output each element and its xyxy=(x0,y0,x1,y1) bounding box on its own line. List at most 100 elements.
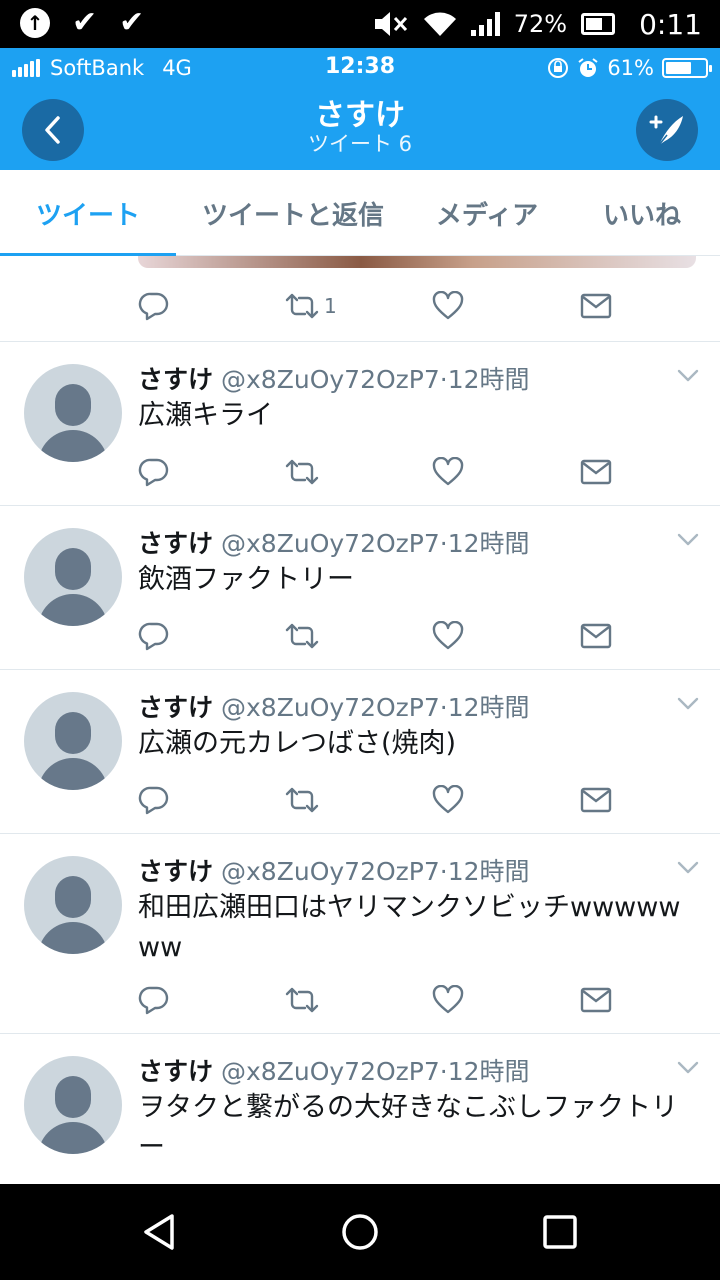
tweet-menu-button[interactable] xyxy=(676,532,700,552)
tweet-meta: さすけ @x8ZuOy72OzP7·12時間 xyxy=(138,1052,530,1088)
tweet-author-name[interactable]: さすけ xyxy=(138,857,213,886)
retweet-button[interactable] xyxy=(284,452,320,492)
tweet-timestamp: ·12時間 xyxy=(439,365,530,394)
tweet-timestamp: ·12時間 xyxy=(439,1057,530,1086)
ios-status-bar: SoftBank 4G 12:38 61% xyxy=(0,48,720,88)
chevron-down-icon xyxy=(677,861,699,874)
like-button[interactable] xyxy=(432,286,464,326)
envelope-icon xyxy=(580,623,612,649)
avatar[interactable] xyxy=(24,692,122,790)
tweet-author-handle: @x8ZuOy72OzP7 xyxy=(221,1057,440,1086)
reply-icon xyxy=(138,986,169,1015)
tweet[interactable]: さすけ @x8ZuOy72OzP7·12時間 飲酒ファクトリー xyxy=(0,506,720,670)
recents-square-icon[interactable] xyxy=(540,1212,580,1252)
avatar[interactable] xyxy=(24,1056,122,1154)
tweet-author-handle: @x8ZuOy72OzP7 xyxy=(221,857,440,886)
system-battery-percent: 72% xyxy=(513,10,568,38)
like-button[interactable] xyxy=(432,780,464,820)
check-icon: ✔ xyxy=(119,5,145,40)
avatar[interactable] xyxy=(24,856,122,954)
tweet[interactable]: さすけ @x8ZuOy72OzP7·12時間広瀬の元カレつばさ(焼肉) xyxy=(0,670,720,834)
ios-battery-percent: 61% xyxy=(607,56,654,80)
battery-icon xyxy=(581,13,616,35)
system-time: 0:11 xyxy=(639,7,702,41)
tab-media[interactable]: メディア xyxy=(410,170,564,256)
retweet-button[interactable]: 1 xyxy=(284,286,337,326)
chevron-down-icon xyxy=(677,369,699,382)
retweet-button[interactable] xyxy=(284,980,320,1020)
reply-button[interactable] xyxy=(138,286,170,326)
tweet-timestamp: ·12時間 xyxy=(439,693,530,722)
dm-button[interactable] xyxy=(580,616,612,656)
home-circle-icon[interactable] xyxy=(340,1212,380,1252)
alarm-icon xyxy=(578,58,598,77)
navigation-bar xyxy=(0,1184,720,1280)
avatar[interactable] xyxy=(24,528,122,626)
rotation-lock-icon xyxy=(548,58,569,78)
tweet-count: ツイート 6 xyxy=(307,132,413,156)
retweet-icon xyxy=(285,459,319,485)
compose-tweet-button[interactable] xyxy=(636,99,698,161)
profile-tabs: ツイート ツイートと返信 メディア いいね xyxy=(0,170,720,257)
tweet-feed[interactable]: 1 さすけ @x8ZuOy72OzP7·12時間 広瀬キライ さすけ @x8ZuOy72… xyxy=(0,256,720,1184)
retweet-icon xyxy=(285,987,319,1013)
tweet-text: 広瀬の元カレつばさ(焼肉) xyxy=(138,728,457,759)
tweet[interactable]: さすけ @x8ZuOy72OzP7·12時間 和田広瀬田口はヤリマンクソビッチwww… xyxy=(0,834,720,1034)
tweet-menu-button[interactable] xyxy=(676,1060,700,1080)
upload-icon: ↑ xyxy=(20,8,50,38)
tweet-author-name[interactable]: さすけ xyxy=(138,1057,213,1086)
heart-icon xyxy=(432,457,464,486)
retweet-icon xyxy=(285,787,319,813)
tweet-menu-button[interactable] xyxy=(676,860,700,880)
chevron-down-icon xyxy=(677,697,699,710)
tab-tweets[interactable]: ツイート xyxy=(0,170,176,257)
profile-header: SoftBank 4G 12:38 61% さすけ ツイート 6 xyxy=(0,48,720,170)
heart-icon xyxy=(432,785,464,814)
like-button[interactable] xyxy=(432,616,464,656)
heart-icon xyxy=(432,291,464,320)
like-button[interactable] xyxy=(432,980,464,1020)
dm-button[interactable] xyxy=(580,980,612,1020)
system-status-bar: ↑ ✔ ✔ 72% 0:11 xyxy=(0,0,720,48)
tweet-timestamp: ·12時間 xyxy=(439,857,530,886)
tweet-text: ヲタクと繋がるの大好きなこぶしファクトリー xyxy=(138,1092,678,1163)
back-triangle-icon[interactable] xyxy=(140,1212,180,1252)
tweet[interactable]: さすけ @x8ZuOy72OzP7·12時間 広瀬キライ xyxy=(0,342,720,506)
tweet-author-name[interactable]: さすけ xyxy=(138,693,213,722)
reply-button[interactable] xyxy=(138,452,170,492)
mute-icon xyxy=(374,12,407,36)
retweet-button[interactable] xyxy=(284,616,320,656)
retweet-button[interactable] xyxy=(284,780,320,820)
reply-button[interactable] xyxy=(138,616,170,656)
tweet-menu-button[interactable] xyxy=(676,368,700,388)
envelope-icon xyxy=(580,293,612,319)
tweet-author-name[interactable]: さすけ xyxy=(138,365,213,394)
avatar[interactable] xyxy=(24,364,122,462)
tweet[interactable]: さすけ @x8ZuOy72OzP7·12時間ヲタクと繋がるの大好きなこぶしファクト… xyxy=(0,1034,720,1184)
tab-tweets-and-replies[interactable]: ツイートと返信 xyxy=(176,170,410,256)
tweet-author-name[interactable]: さすけ xyxy=(138,529,213,558)
envelope-icon xyxy=(580,459,612,485)
reply-icon xyxy=(138,292,169,321)
envelope-icon xyxy=(580,787,612,813)
retweet-count: 1 xyxy=(324,294,337,318)
signal-icon xyxy=(470,12,500,36)
tweet-author-handle: @x8ZuOy72OzP7 xyxy=(221,365,440,394)
tab-likes[interactable]: いいね xyxy=(564,170,720,256)
dm-button[interactable] xyxy=(580,452,612,492)
tweet-actions: 1 xyxy=(0,270,720,342)
tweet-meta: さすけ @x8ZuOy72OzP7·12時間 xyxy=(138,524,530,560)
like-button[interactable] xyxy=(432,452,464,492)
tweet-menu-button[interactable] xyxy=(676,696,700,716)
heart-icon xyxy=(432,621,464,650)
tweet-author-handle: @x8ZuOy72OzP7 xyxy=(221,693,440,722)
dm-button[interactable] xyxy=(580,780,612,820)
reply-icon xyxy=(138,786,169,815)
chevron-down-icon xyxy=(677,1061,699,1074)
tweet-media-image[interactable] xyxy=(138,256,696,268)
reply-button[interactable] xyxy=(138,780,170,820)
dm-button[interactable] xyxy=(580,286,612,326)
tweet-author-handle: @x8ZuOy72OzP7 xyxy=(221,529,440,558)
reply-button[interactable] xyxy=(138,980,170,1020)
ios-battery-icon xyxy=(662,58,712,78)
